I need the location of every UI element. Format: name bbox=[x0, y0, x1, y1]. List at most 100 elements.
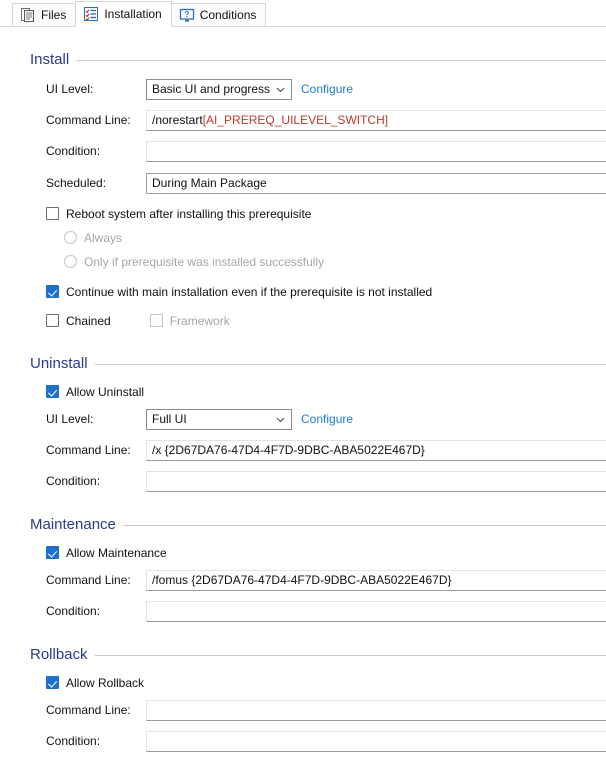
install-ui-level-label: UI Level: bbox=[46, 82, 94, 96]
maintenance-condition-row: Condition: bbox=[0, 600, 606, 622]
install-reboot-only-if-radio: Only if prerequisite was installed succe… bbox=[64, 255, 324, 268]
install-ui-level-row: UI Level: Basic UI and progress Configur… bbox=[0, 78, 606, 100]
install-command-line-field-area: /norestart [AI_PREREQ_UILEVEL_SWITCH] bbox=[146, 109, 606, 131]
install-condition-field-area bbox=[146, 140, 606, 162]
uninstall-condition-input[interactable] bbox=[146, 470, 606, 492]
install-scheduled-value: During Main Package bbox=[146, 172, 606, 194]
install-ui-level-field-area: Basic UI and progress Configure bbox=[146, 78, 606, 100]
uninstall-ui-level-label: UI Level: bbox=[46, 412, 94, 426]
install-continue-main-row: Continue with main installation even if … bbox=[0, 281, 606, 302]
chevron-down-icon bbox=[275, 84, 286, 95]
install-ui-level-select[interactable]: Basic UI and progress bbox=[146, 78, 292, 100]
install-condition-label: Condition: bbox=[46, 144, 101, 158]
install-reboot-only-if-row: Only if prerequisite was installed succe… bbox=[0, 251, 606, 272]
uninstall-condition-field-area bbox=[146, 470, 606, 492]
maintenance-command-line-input[interactable]: /fomus {2D67DA76-47D4-4F7D-9DBC-ABA5022E… bbox=[146, 569, 606, 591]
svg-text:?: ? bbox=[184, 10, 189, 19]
install-scheduled-label: Scheduled: bbox=[46, 176, 107, 190]
maintenance-condition-input[interactable] bbox=[146, 600, 606, 622]
rollback-command-line-input[interactable] bbox=[146, 699, 606, 721]
rollback-allow-checkbox[interactable]: Allow Rollback bbox=[46, 676, 144, 689]
install-command-line-label: Command Line: bbox=[46, 113, 131, 127]
tab-strip: Files Installation ? Conditions bbox=[0, 0, 606, 27]
tab-installation[interactable]: Installation bbox=[75, 1, 172, 27]
install-command-line-input[interactable]: /norestart [AI_PREREQ_UILEVEL_SWITCH] bbox=[146, 109, 606, 131]
installation-panel: Install UI Level: Basic UI and progress … bbox=[0, 49, 606, 752]
section-install-header: Install bbox=[0, 49, 606, 69]
section-maintenance: Maintenance Allow Maintenance Command Li… bbox=[0, 514, 606, 622]
install-chained-checkbox[interactable]: Chained bbox=[46, 314, 111, 327]
install-chained-label: Chained bbox=[66, 313, 111, 328]
install-continue-main-label: Continue with main installation even if … bbox=[66, 284, 433, 299]
section-install: Install UI Level: Basic UI and progress … bbox=[0, 49, 606, 331]
uninstall-ui-level-value: Full UI bbox=[152, 412, 187, 426]
tab-conditions-label: Conditions bbox=[199, 8, 257, 22]
maintenance-condition-label: Condition: bbox=[46, 604, 101, 618]
section-install-rule bbox=[76, 59, 606, 61]
install-scheduled-field-area: During Main Package bbox=[146, 172, 606, 194]
rollback-command-line-row: Command Line: bbox=[0, 699, 606, 721]
tab-files[interactable]: Files bbox=[12, 3, 77, 27]
install-framework-label: Framework bbox=[169, 313, 230, 328]
tab-conditions[interactable]: ? Conditions bbox=[170, 3, 267, 27]
tab-installation-label: Installation bbox=[104, 7, 162, 21]
uninstall-command-line-field-area: /x {2D67DA76-47D4-4F7D-9DBC-ABA5022E467D… bbox=[146, 439, 606, 461]
checkbox-icon bbox=[46, 314, 59, 327]
section-rollback-rule bbox=[94, 654, 606, 656]
section-rollback-header: Rollback bbox=[0, 644, 606, 664]
rollback-condition-input[interactable] bbox=[146, 730, 606, 752]
uninstall-allow-row: Allow Uninstall bbox=[0, 381, 606, 402]
install-framework-checkbox: Framework bbox=[149, 313, 230, 328]
install-reboot-checkbox[interactable]: Reboot system after installing this prer… bbox=[46, 207, 311, 220]
maintenance-allow-label: Allow Maintenance bbox=[66, 545, 167, 560]
document-pages-icon bbox=[20, 7, 36, 23]
checkbox-checked-icon bbox=[46, 385, 59, 398]
checklist-icon bbox=[83, 6, 99, 22]
install-reboot-label: Reboot system after installing this prer… bbox=[66, 206, 312, 221]
rollback-condition-label: Condition: bbox=[46, 734, 101, 748]
uninstall-allow-label: Allow Uninstall bbox=[66, 384, 145, 399]
section-maintenance-title: Maintenance bbox=[30, 515, 116, 533]
section-install-title: Install bbox=[30, 50, 70, 68]
install-reboot-always-row: Always bbox=[0, 227, 606, 248]
maintenance-allow-checkbox[interactable]: Allow Maintenance bbox=[46, 546, 167, 559]
maintenance-command-line-row: Command Line: /fomus {2D67DA76-47D4-4F7D… bbox=[0, 569, 606, 591]
section-rollback: Rollback Allow Rollback Command Line: Co… bbox=[0, 644, 606, 752]
uninstall-command-line-input[interactable]: /x {2D67DA76-47D4-4F7D-9DBC-ABA5022E467D… bbox=[146, 439, 606, 461]
chevron-down-icon bbox=[275, 414, 286, 425]
maintenance-command-line-label: Command Line: bbox=[46, 573, 131, 587]
uninstall-ui-level-row: UI Level: Full UI Configure bbox=[0, 408, 606, 430]
install-ui-level-value: Basic UI and progress bbox=[152, 82, 271, 96]
rollback-command-line-field-area bbox=[146, 699, 606, 721]
rollback-allow-label: Allow Rollback bbox=[66, 675, 145, 690]
install-continue-main-checkbox[interactable]: Continue with main installation even if … bbox=[46, 285, 432, 298]
section-uninstall-rule bbox=[94, 363, 606, 365]
section-maintenance-rule bbox=[122, 524, 606, 526]
rollback-condition-row: Condition: bbox=[0, 730, 606, 752]
monitor-question-icon: ? bbox=[179, 7, 195, 23]
uninstall-ui-level-configure-link[interactable]: Configure bbox=[301, 412, 353, 426]
install-condition-input[interactable] bbox=[146, 140, 606, 162]
install-reboot-only-if-label: Only if prerequisite was installed succe… bbox=[84, 254, 325, 269]
tab-files-label: Files bbox=[41, 8, 67, 22]
install-ui-level-configure-link[interactable]: Configure bbox=[301, 82, 353, 96]
section-uninstall: Uninstall Allow Uninstall UI Level: Full… bbox=[0, 353, 606, 492]
rollback-allow-row: Allow Rollback bbox=[0, 672, 606, 693]
uninstall-ui-level-field-area: Full UI Configure bbox=[146, 408, 606, 430]
maintenance-command-line-field-area: /fomus {2D67DA76-47D4-4F7D-9DBC-ABA5022E… bbox=[146, 569, 606, 591]
checkbox-icon bbox=[46, 207, 59, 220]
install-condition-row: Condition: bbox=[0, 140, 606, 162]
checkbox-checked-icon bbox=[46, 676, 59, 689]
uninstall-condition-row: Condition: bbox=[0, 470, 606, 492]
install-command-line-value-plain: /norestart bbox=[152, 113, 203, 127]
install-command-line-value-token: [AI_PREREQ_UILEVEL_SWITCH] bbox=[202, 113, 389, 127]
rollback-condition-field-area bbox=[146, 730, 606, 752]
rollback-command-line-label: Command Line: bbox=[46, 703, 131, 717]
install-scheduled-row: Scheduled: During Main Package bbox=[0, 172, 606, 194]
tab-list: Files Installation ? Conditions bbox=[12, 0, 267, 27]
uninstall-allow-checkbox[interactable]: Allow Uninstall bbox=[46, 385, 144, 398]
install-reboot-row: Reboot system after installing this prer… bbox=[0, 203, 606, 224]
section-rollback-title: Rollback bbox=[30, 645, 88, 663]
uninstall-ui-level-select[interactable]: Full UI bbox=[146, 408, 292, 430]
install-command-line-row: Command Line: /norestart [AI_PREREQ_UILE… bbox=[0, 109, 606, 131]
